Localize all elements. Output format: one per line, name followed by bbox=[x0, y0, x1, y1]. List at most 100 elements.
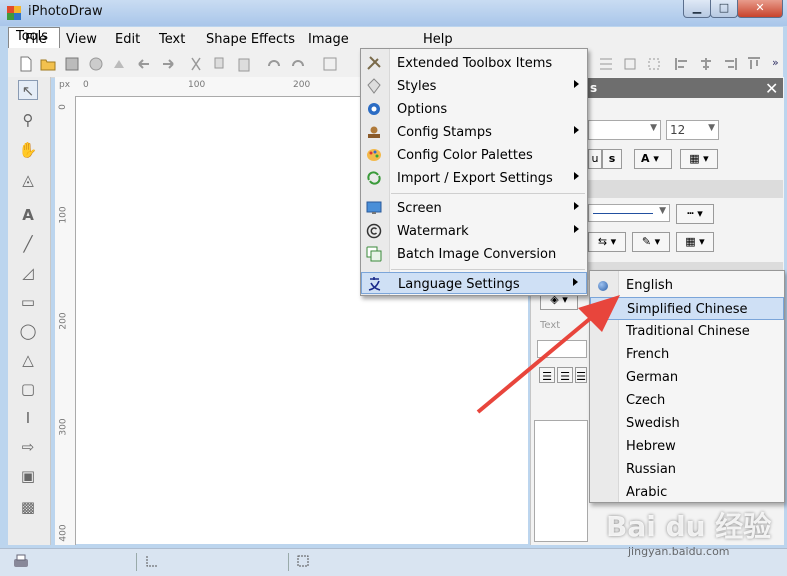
align-icon[interactable] bbox=[598, 56, 614, 72]
language-item-label: Traditional Chinese bbox=[626, 324, 750, 339]
toolbox: ↖ ⚲ ✋ ◬ A ╱ ◿ ▭ ◯ △ ▢ Ⅰ ⇨ ▣ ▩ bbox=[8, 77, 51, 545]
polygon-tool-icon[interactable]: ◿ bbox=[18, 263, 38, 283]
menu-item-label: Options bbox=[397, 102, 448, 117]
language-item-label: Simplified Chinese bbox=[627, 302, 748, 317]
redo-icon[interactable] bbox=[160, 56, 176, 72]
menu-shape-effects[interactable]: Shape Effects bbox=[206, 32, 295, 47]
menu-item-config-stamps[interactable]: Config Stamps bbox=[361, 121, 587, 143]
menu-edit[interactable]: Edit bbox=[115, 32, 140, 47]
menu-item-screen[interactable]: Screen bbox=[361, 197, 587, 219]
language-item-label: English bbox=[626, 278, 673, 293]
screen-icon bbox=[366, 201, 382, 214]
menu-item-styles[interactable]: Styles bbox=[361, 75, 587, 97]
triangle-tool-icon[interactable]: △ bbox=[18, 350, 38, 370]
text-content-area[interactable] bbox=[534, 420, 588, 542]
underline-button[interactable]: u bbox=[588, 149, 602, 169]
open-folder-icon[interactable] bbox=[40, 56, 56, 72]
submenu-arrow-icon bbox=[574, 126, 579, 134]
select-tool-icon[interactable]: ↖ bbox=[18, 80, 38, 100]
panel-close-icon[interactable]: ✕ bbox=[765, 79, 778, 98]
callout-tool-icon[interactable]: ▢ bbox=[18, 379, 38, 399]
status-divider bbox=[288, 553, 289, 571]
text-vertical-tool-icon[interactable]: Ⅰ bbox=[18, 408, 38, 428]
menu-item-label: Config Stamps bbox=[397, 125, 492, 140]
panel-section-divider bbox=[588, 180, 783, 198]
menu-help[interactable]: Help bbox=[423, 32, 453, 47]
ruler-left-label: 100 bbox=[58, 206, 69, 224]
menu-item-label: Screen bbox=[397, 201, 442, 216]
language-item-hebrew[interactable]: Hebrew bbox=[590, 435, 784, 458]
group-icon[interactable] bbox=[646, 56, 662, 72]
edit-icon[interactable] bbox=[322, 56, 338, 72]
menu-item-label: Import / Export Settings bbox=[397, 171, 553, 186]
menu-image[interactable]: Image bbox=[308, 32, 349, 47]
paste-icon[interactable] bbox=[236, 56, 252, 72]
language-item-label: Swedish bbox=[626, 416, 680, 431]
watermark-url: jingyan.baidu.com bbox=[628, 545, 730, 558]
menu-item-import-export-settings[interactable]: Import / Export Settings bbox=[361, 167, 587, 189]
menu-item-extended-toolbox[interactable]: Extended Toolbox Items bbox=[361, 52, 587, 74]
ruler-left: 0 100 200 300 400 bbox=[55, 96, 76, 545]
pen-color-button[interactable]: ✎ ▾ bbox=[632, 232, 670, 252]
menu-item-batch-image-conversion[interactable]: Batch Image Conversion bbox=[361, 243, 587, 265]
line-tool-icon[interactable]: ╱ bbox=[18, 234, 38, 254]
distribute-icon[interactable] bbox=[622, 56, 638, 72]
align-left-icon[interactable] bbox=[674, 56, 690, 72]
batch-convert-icon bbox=[366, 246, 382, 262]
menu-item-label: Styles bbox=[397, 79, 437, 94]
rotate-left-icon[interactable] bbox=[266, 56, 282, 72]
table-grid-button[interactable]: ▦ ▾ bbox=[680, 149, 718, 169]
rectangle-tool-icon[interactable]: ▭ bbox=[18, 292, 38, 312]
copy-icon[interactable] bbox=[212, 56, 228, 72]
toolbar-overflow-icon[interactable]: » bbox=[772, 56, 787, 72]
rotate-right-icon[interactable] bbox=[290, 56, 306, 72]
export-icon[interactable] bbox=[112, 56, 128, 72]
language-item-russian[interactable]: Russian bbox=[590, 458, 784, 481]
menu-text[interactable]: Text bbox=[159, 32, 185, 47]
ellipse-tool-icon[interactable]: ◯ bbox=[18, 321, 38, 341]
text-tool-icon[interactable]: A bbox=[18, 205, 38, 225]
dash-style-button[interactable]: ┅ ▾ bbox=[676, 204, 714, 224]
arrow-tool-icon[interactable]: ⇨ bbox=[18, 437, 38, 457]
align-right-icon[interactable] bbox=[722, 56, 738, 72]
menu-view[interactable]: View bbox=[66, 32, 97, 47]
line-style-select[interactable]: ▼ bbox=[588, 204, 670, 222]
fill-tool-icon[interactable]: ◬ bbox=[18, 170, 38, 190]
print-icon[interactable] bbox=[88, 56, 104, 72]
align-center-icon[interactable] bbox=[698, 56, 714, 72]
save-icon[interactable] bbox=[64, 56, 80, 72]
maximize-button[interactable]: □ bbox=[710, 0, 738, 18]
language-item-arabic[interactable]: Arabic bbox=[590, 481, 784, 504]
font-color-button[interactable]: A ▾ bbox=[634, 149, 672, 169]
photo-tool-icon[interactable]: ▩ bbox=[18, 497, 38, 517]
image-tool-icon[interactable]: ▣ bbox=[18, 466, 38, 486]
minimize-button[interactable]: ▁ bbox=[683, 0, 711, 18]
ruler-top-label: 200 bbox=[293, 80, 311, 90]
strikethrough-button[interactable]: s bbox=[602, 149, 622, 169]
align-top-icon[interactable] bbox=[746, 56, 762, 72]
font-size-value: 12 bbox=[670, 123, 686, 137]
font-size-select[interactable]: 12 ▼ bbox=[666, 120, 719, 140]
stamp-icon bbox=[368, 126, 380, 138]
menu-item-watermark[interactable]: Watermark bbox=[361, 220, 587, 242]
grid-style-button[interactable]: ▦ ▾ bbox=[676, 232, 714, 252]
hand-tool-icon[interactable]: ✋ bbox=[18, 140, 38, 160]
font-color-label: A bbox=[641, 152, 650, 165]
line-direction-button[interactable]: ⇆ ▾ bbox=[588, 232, 626, 252]
ruler-left-label: 300 bbox=[58, 418, 69, 436]
tools-icon bbox=[367, 56, 381, 70]
undo-icon[interactable] bbox=[136, 56, 152, 72]
menu-item-label: Extended Toolbox Items bbox=[397, 56, 553, 71]
printer-icon bbox=[14, 554, 28, 567]
window-title: iPhotoDraw bbox=[28, 4, 103, 19]
ruler-left-label: 0 bbox=[57, 104, 68, 110]
menu-item-options[interactable]: Options bbox=[361, 98, 587, 120]
close-window-button[interactable]: ✕ bbox=[737, 0, 783, 18]
menu-tools-label: Tools bbox=[16, 29, 49, 44]
cut-icon[interactable] bbox=[188, 56, 204, 72]
menu-item-config-color-palettes[interactable]: Config Color Palettes bbox=[361, 144, 587, 166]
import-export-icon bbox=[367, 171, 381, 185]
new-file-icon[interactable] bbox=[18, 56, 34, 72]
zoom-tool-icon[interactable]: ⚲ bbox=[18, 110, 38, 130]
font-family-select[interactable]: ▼ bbox=[588, 120, 661, 140]
